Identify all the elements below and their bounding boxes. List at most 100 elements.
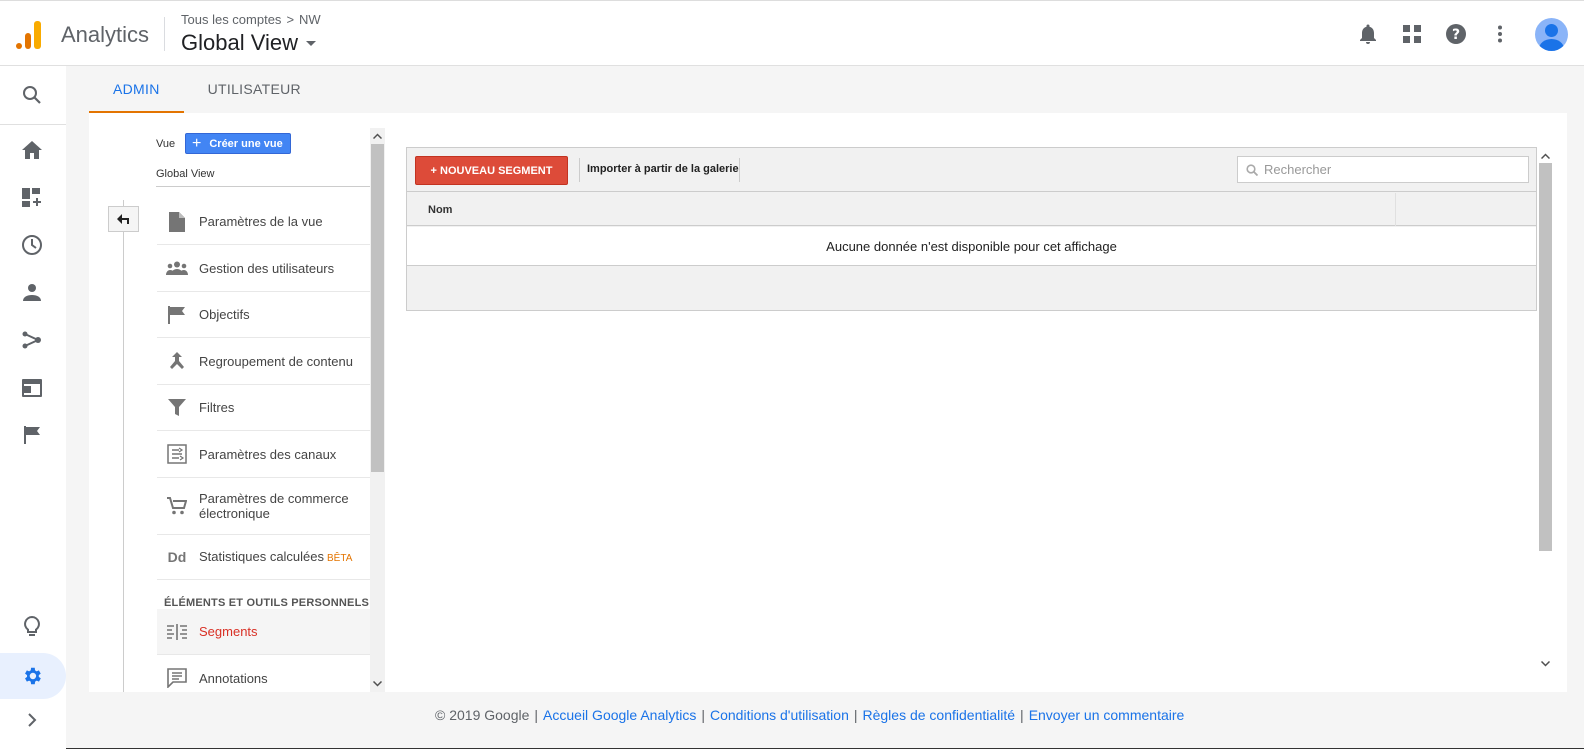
- document-icon: [165, 210, 189, 234]
- flag-icon: [165, 303, 189, 327]
- acquisition-icon[interactable]: [15, 323, 49, 357]
- segments-toolbar: + NOUVEAU SEGMENT Importer à partir de l…: [407, 148, 1536, 192]
- footer-separator: |: [701, 707, 705, 723]
- scroll-down-arrow-icon[interactable]: [1538, 657, 1553, 671]
- breadcrumb-separator: >: [286, 12, 295, 27]
- notifications-bell-icon[interactable]: [1355, 16, 1381, 52]
- search-box[interactable]: [1237, 156, 1529, 183]
- nav-item-content-grouping[interactable]: Regroupement de contenu: [157, 338, 370, 385]
- breadcrumb-all-accounts[interactable]: Tous les comptes: [181, 12, 281, 27]
- apps-grid-icon[interactable]: [1399, 16, 1425, 52]
- view-selector[interactable]: Global View: [181, 30, 316, 56]
- nav-item-label: Filtres: [199, 400, 235, 415]
- nav-item-label: Segments: [199, 624, 258, 639]
- rail-divider: [0, 124, 66, 125]
- segments-table-panel: + NOUVEAU SEGMENT Importer à partir de l…: [406, 147, 1537, 311]
- svg-text:?: ?: [1452, 27, 1460, 43]
- dd-icon: Dd: [167, 549, 187, 565]
- filter-icon: [165, 396, 189, 420]
- footer-link-feedback[interactable]: Envoyer un commentaire: [1029, 707, 1185, 723]
- realtime-clock-icon[interactable]: [15, 228, 49, 262]
- app-header: Analytics Tous les comptes > NW Global V…: [0, 0, 1584, 66]
- footer-link-home[interactable]: Accueil Google Analytics: [543, 707, 696, 723]
- footer-separator: |: [1020, 707, 1024, 723]
- nav-item-filters[interactable]: Filtres: [157, 385, 370, 431]
- nav-item-goals[interactable]: Objectifs: [157, 292, 370, 338]
- view-settings-nav: Paramètres de la vue Gestion des utilisa…: [157, 199, 370, 701]
- copyright-text: © 2019 Google: [435, 707, 530, 723]
- create-view-button[interactable]: + Créer une vue: [185, 133, 291, 154]
- nav-item-channel-settings[interactable]: Paramètres des canaux: [157, 431, 370, 478]
- breadcrumb[interactable]: Tous les comptes > NW: [181, 12, 321, 27]
- audience-person-icon[interactable]: [15, 275, 49, 309]
- nav-item-user-management[interactable]: Gestion des utilisateurs: [157, 245, 370, 292]
- conversions-flag-icon[interactable]: [15, 418, 49, 452]
- insights-lightbulb-icon[interactable]: [15, 610, 49, 644]
- tab-utilisateur[interactable]: UTILISATEUR: [184, 66, 325, 113]
- segments-icon: [165, 620, 189, 644]
- view-title: Global View: [181, 30, 298, 55]
- footer-separator: |: [534, 707, 539, 723]
- merge-icon: [165, 349, 189, 373]
- nav-scrollbar[interactable]: [370, 128, 385, 692]
- search-input[interactable]: [1264, 162, 1514, 177]
- nav-item-calculated-metrics[interactable]: Dd Statistiques calculées BÊTA: [157, 535, 370, 580]
- behavior-icon[interactable]: [15, 371, 49, 405]
- new-segment-button[interactable]: + NOUVEAU SEGMENT: [415, 156, 568, 185]
- analytics-logo[interactable]: [16, 19, 42, 49]
- tab-admin[interactable]: ADMIN: [89, 66, 184, 113]
- scroll-down-arrow-icon[interactable]: [370, 677, 385, 691]
- help-icon[interactable]: ?: [1443, 16, 1469, 52]
- more-vert-icon[interactable]: [1487, 16, 1513, 52]
- nav-item-segments[interactable]: Segments: [157, 609, 370, 655]
- users-icon: [165, 256, 189, 280]
- content-scrollbar[interactable]: [1538, 147, 1553, 673]
- nav-item-ecommerce-settings[interactable]: Paramètres de commerce électronique: [157, 478, 370, 535]
- breadcrumb-account[interactable]: NW: [299, 12, 321, 27]
- scroll-up-arrow-icon[interactable]: [1538, 149, 1553, 163]
- app-name: Analytics: [61, 22, 150, 47]
- channels-icon: [165, 442, 189, 466]
- toolbar-divider: [579, 158, 580, 182]
- create-view-label: Créer une vue: [209, 137, 283, 150]
- account-avatar[interactable]: [1535, 17, 1568, 51]
- search-icon[interactable]: [15, 78, 49, 112]
- nav-item-label: Objectifs: [199, 307, 250, 322]
- left-rail: [0, 66, 66, 749]
- column-header-name[interactable]: Nom: [428, 204, 452, 216]
- selected-view-name[interactable]: Global View: [156, 168, 215, 180]
- table-header: Nom: [407, 193, 1536, 226]
- home-icon[interactable]: [15, 133, 49, 167]
- nav-item-label: Regroupement de contenu: [199, 353, 353, 369]
- vue-label: Vue: [156, 138, 176, 150]
- footer-link-terms[interactable]: Conditions d'utilisation: [710, 707, 849, 723]
- scroll-up-arrow-icon[interactable]: [370, 129, 385, 143]
- admin-gear-icon[interactable]: [15, 659, 49, 693]
- header-divider: [164, 17, 165, 51]
- column-divider: [1395, 193, 1396, 226]
- back-button[interactable]: [108, 206, 139, 232]
- caret-down-icon: [306, 40, 316, 46]
- expand-chevron-right-icon[interactable]: [15, 703, 49, 737]
- plus-icon: +: [192, 134, 202, 152]
- import-from-gallery-link[interactable]: Importer à partir de la galerie: [587, 163, 739, 175]
- nav-item-label: Paramètres de commerce électronique: [199, 491, 349, 521]
- column-guide-line: [123, 200, 124, 692]
- dashboard-icon[interactable]: [15, 181, 49, 215]
- empty-state-message: Aucune donnée n'est disponible pour cet …: [407, 227, 1536, 266]
- footer-link-privacy[interactable]: Règles de confidentialité: [863, 707, 1016, 723]
- personal-tools-section-header: ÉLÉMENTS ET OUTILS PERSONNELS: [164, 597, 370, 609]
- search-icon: [1246, 163, 1258, 176]
- nav-item-view-settings[interactable]: Paramètres de la vue: [157, 199, 370, 245]
- nav-scrollbar-thumb[interactable]: [371, 144, 384, 472]
- nav-item-label: Gestion des utilisateurs: [199, 260, 335, 276]
- admin-tabs: ADMIN UTILISATEUR: [89, 66, 325, 113]
- back-arrow-icon: [116, 214, 129, 224]
- toolbar-divider: [739, 158, 740, 182]
- nav-item-label: Paramètres de la vue: [199, 214, 323, 229]
- content-scrollbar-thumb[interactable]: [1539, 163, 1552, 551]
- footer-separator: |: [853, 707, 858, 723]
- beta-badge: BÊTA: [327, 552, 353, 564]
- cart-icon: [165, 494, 189, 518]
- nav-item-label: Paramètres des canaux: [199, 446, 337, 462]
